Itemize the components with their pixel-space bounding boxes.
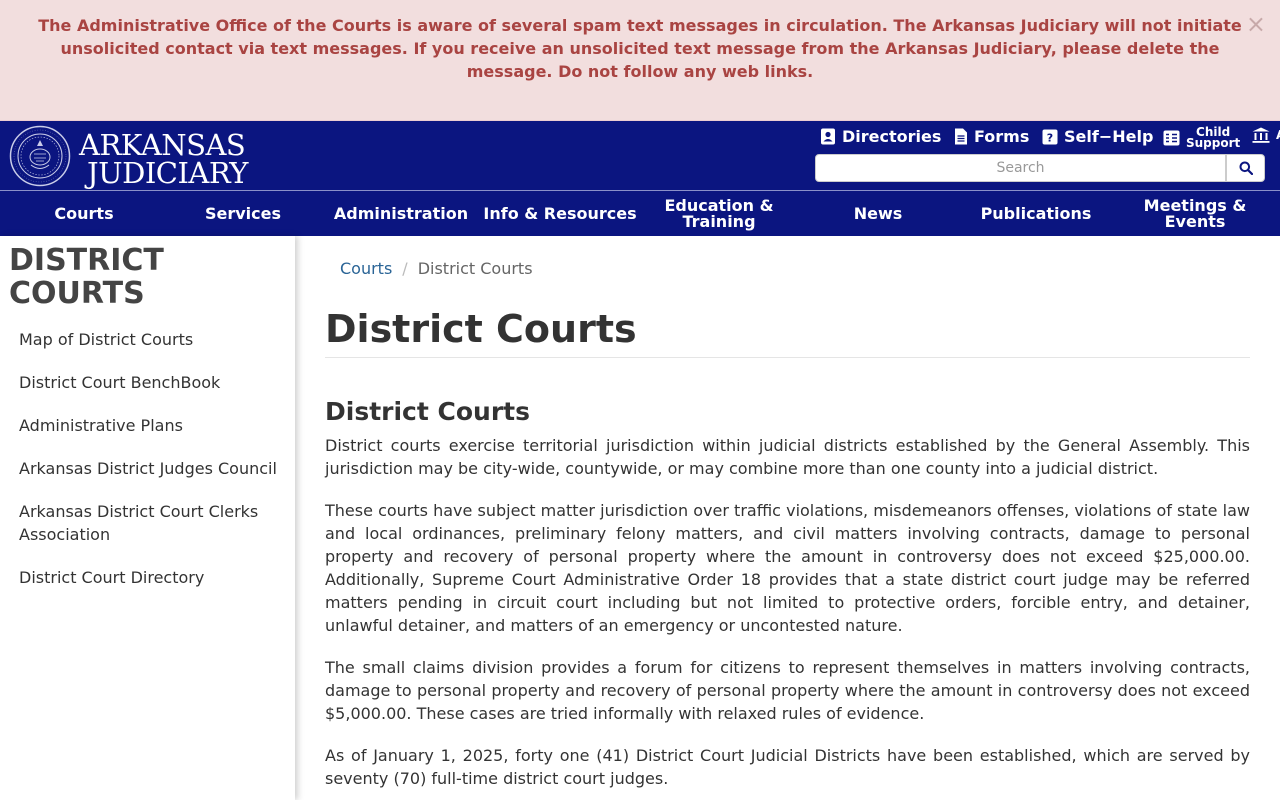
breadcrumb-courts-link[interactable]: Courts xyxy=(340,259,392,278)
forms-label: Forms xyxy=(974,127,1030,146)
breadcrumb-separator: / xyxy=(402,259,408,278)
cut-off-label: A xyxy=(1276,128,1280,142)
child-support-link[interactable]: Child Support xyxy=(1163,125,1241,150)
search-input[interactable] xyxy=(815,154,1226,182)
directories-label: Directories xyxy=(842,127,942,146)
sidebar-item-map-of-district-courts[interactable]: Map of District Courts xyxy=(19,328,284,351)
sidebar-item-administrative-plans[interactable]: Administrative Plans xyxy=(19,414,284,437)
body-text: District courts exercise territorial jur… xyxy=(325,434,1250,800)
logo-line-2: JUDICIARY xyxy=(87,156,248,190)
main-nav: Courts Services Administration Info & Re… xyxy=(0,191,1280,236)
table-icon xyxy=(1163,130,1180,146)
nav-item-administration[interactable]: Administration xyxy=(321,191,481,236)
page-title: District Courts xyxy=(325,307,637,351)
nav-item-education-training[interactable]: Education & Training xyxy=(639,191,799,236)
search-icon xyxy=(1239,161,1253,175)
breadcrumb-current: District Courts xyxy=(417,259,533,278)
sidebar-item-district-court-benchbook[interactable]: District Court BenchBook xyxy=(19,371,284,394)
self-help-label: Self−Help xyxy=(1064,127,1154,146)
spam-alert-banner: The Administrative Office of the Courts … xyxy=(0,0,1280,121)
sidebar-title: DISTRICT COURTS xyxy=(9,243,164,311)
alert-message: The Administrative Office of the Courts … xyxy=(38,16,1242,81)
svg-text:?: ? xyxy=(1047,131,1053,144)
nav-item-news[interactable]: News xyxy=(798,191,958,236)
breadcrumb: Courts / District Courts xyxy=(340,258,533,280)
logo-line-1: ARKANSAS xyxy=(79,128,246,162)
nav-item-meetings-events[interactable]: Meetings & Events xyxy=(1115,191,1275,236)
nav-item-info-resources[interactable]: Info & Resources xyxy=(480,191,640,236)
paragraph-small-claims: The small claims division provides a for… xyxy=(325,658,1250,723)
nav-item-courts[interactable]: Courts xyxy=(4,191,164,236)
document-icon xyxy=(955,128,967,145)
nav-item-services[interactable]: Services xyxy=(163,191,323,236)
paragraph-subject-matter: These courts have subject matter jurisdi… xyxy=(325,501,1250,635)
search-button[interactable] xyxy=(1226,154,1265,182)
site-header: ARKANSAS JUDICIARY Directories Forms ? S… xyxy=(0,121,1280,236)
logo-wordmark: ARKANSAS JUDICIARY xyxy=(79,128,248,190)
title-divider xyxy=(325,357,1250,358)
alert-close-button[interactable]: × xyxy=(1246,12,1266,36)
sidebar-item-court-clerks-association[interactable]: Arkansas District Court Clerks Associati… xyxy=(19,500,284,546)
courthouse-link[interactable]: A xyxy=(1252,127,1280,143)
section-title: District Courts xyxy=(325,397,531,426)
nav-item-publications[interactable]: Publications xyxy=(956,191,1116,236)
directories-link[interactable]: Directories xyxy=(820,127,941,146)
sidebar: DISTRICT COURTS Map of District Courts D… xyxy=(0,236,295,800)
paragraph-districts-count: As of January 1, 2025, forty one (41) Di… xyxy=(325,746,1250,788)
courthouse-icon xyxy=(1252,127,1270,143)
sidebar-links: Map of District Courts District Court Be… xyxy=(19,328,284,609)
self-help-link[interactable]: ? Self−Help xyxy=(1042,127,1153,146)
sidebar-item-district-court-directory[interactable]: District Court Directory xyxy=(19,566,284,589)
forms-link[interactable]: Forms xyxy=(954,127,1029,146)
child-support-label: Child Support xyxy=(1186,125,1241,150)
sidebar-item-district-judges-council[interactable]: Arkansas District Judges Council xyxy=(19,457,284,480)
question-icon: ? xyxy=(1042,129,1058,144)
paragraph-jurisdiction: District courts exercise territorial jur… xyxy=(325,436,1250,478)
arkansas-judiciary-logo[interactable]: ARKANSAS JUDICIARY xyxy=(9,125,248,188)
address-book-icon xyxy=(821,128,835,145)
supreme-court-seal-icon xyxy=(9,125,71,187)
